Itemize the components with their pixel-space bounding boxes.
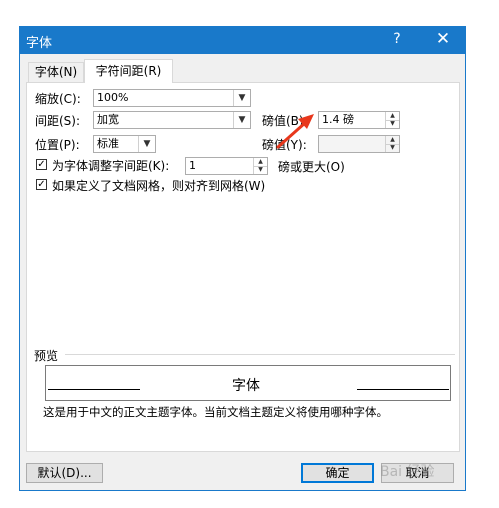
annotation-arrow-shaft (276, 121, 307, 149)
annotation-arrow (276, 114, 314, 149)
